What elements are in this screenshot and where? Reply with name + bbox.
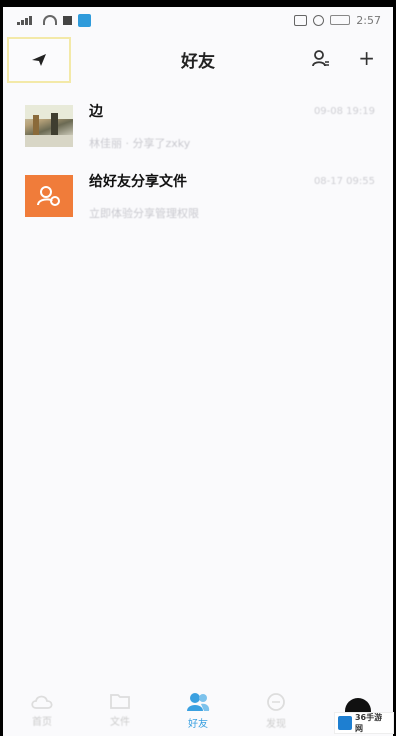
tab-label: 首页 — [32, 717, 52, 728]
app-notification-icon — [78, 13, 91, 27]
notification-icon — [63, 15, 72, 25]
tab-discover[interactable]: 发现 — [246, 692, 306, 730]
photo-thumbnail — [25, 105, 73, 147]
tab-label: 发现 — [266, 719, 286, 730]
wifi-icon — [43, 15, 57, 25]
battery-icon — [330, 15, 351, 25]
conversation-meta: 边 09-08 19:19 林佳丽 · 分享了zxky — [89, 101, 375, 151]
contacts-icon[interactable] — [312, 49, 330, 67]
alarm-icon — [313, 14, 325, 26]
conversation-header: 给好友分享文件 08-17 09:55 — [89, 171, 375, 191]
tab-label: 文件 — [110, 717, 130, 728]
conversation-list: 边 09-08 19:19 林佳丽 · 分享了zxky 给好友分享文件 08-1… — [3, 99, 393, 239]
conversation-name: 给好友分享文件 — [89, 174, 187, 190]
friends-icon — [187, 693, 210, 711]
conversation-name: 边 — [89, 104, 103, 120]
discover-icon — [267, 693, 285, 711]
conversation-subtitle: 立即体验分享管理权限 — [89, 207, 199, 220]
conversation-date: 09-08 19:19 — [313, 105, 375, 117]
tab-files[interactable]: 文件 — [90, 692, 150, 728]
nfc-icon — [294, 14, 308, 26]
share-friends-icon — [37, 186, 60, 206]
watermark-logo-icon — [338, 716, 352, 730]
status-bar: 2:57 — [3, 7, 393, 33]
conversation-item[interactable]: 给好友分享文件 08-17 09:55 立即体验分享管理权限 — [3, 169, 393, 239]
conversation-date: 08-17 09:55 — [313, 175, 375, 187]
share-avatar — [25, 175, 73, 217]
conversation-item[interactable]: 边 09-08 19:19 林佳丽 · 分享了zxky — [3, 99, 393, 169]
folder-icon — [110, 694, 130, 709]
conversation-subtitle: 林佳丽 · 分享了zxky — [89, 137, 191, 150]
status-left — [17, 13, 91, 27]
cloud-icon — [31, 695, 53, 709]
send-button[interactable] — [7, 37, 71, 83]
conversation-header: 边 09-08 19:19 — [89, 101, 375, 121]
conversation-meta: 给好友分享文件 08-17 09:55 立即体验分享管理权限 — [89, 171, 375, 221]
status-right: 2:57 — [294, 14, 381, 27]
avatar — [25, 105, 73, 147]
app-screen: 2:57 好友 + 边 09-08 19:19 林佳丽 · 分享了zxky 给好… — [3, 7, 393, 736]
watermark-text: 36手游网 — [354, 713, 383, 733]
page-title: 好友 — [181, 51, 215, 72]
tab-friends[interactable]: 好友 — [168, 692, 228, 730]
site-watermark: 36手游网 — [334, 712, 394, 734]
header-actions: + — [312, 48, 375, 68]
status-time: 2:57 — [356, 13, 381, 27]
signal-icon — [17, 15, 37, 25]
tab-label: 好友 — [188, 719, 208, 730]
page-header: 好友 + — [3, 33, 393, 85]
paper-plane-icon — [32, 54, 46, 66]
add-icon[interactable]: + — [358, 48, 375, 68]
tab-home[interactable]: 首页 — [12, 692, 72, 728]
